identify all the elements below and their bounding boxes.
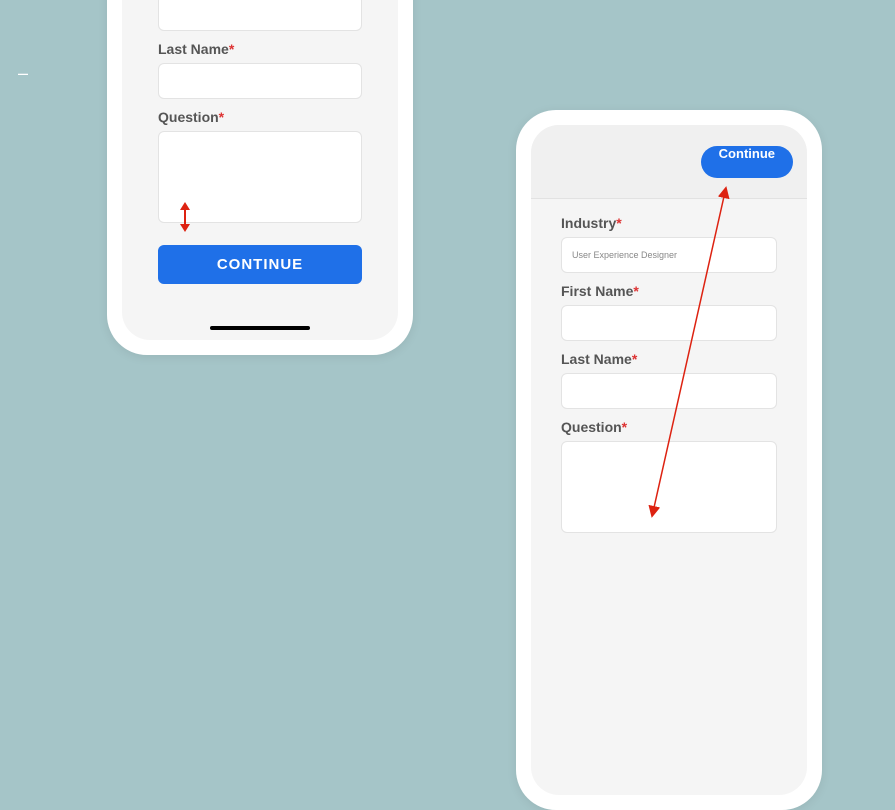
- question-textarea[interactable]: [158, 131, 362, 223]
- last-name-label: Last Name*: [158, 41, 362, 57]
- question-textarea[interactable]: [561, 441, 777, 533]
- last-name-input[interactable]: [158, 63, 362, 99]
- required-asterisk: *: [622, 419, 627, 435]
- last-name-input[interactable]: [561, 373, 777, 409]
- continue-button[interactable]: CONTINUE: [158, 245, 362, 284]
- last-name-label: Last Name*: [561, 351, 777, 367]
- first-name-input[interactable]: [561, 305, 777, 341]
- home-indicator: [210, 326, 310, 330]
- industry-label: Industry*: [561, 215, 777, 231]
- phone-mockup-left: Last Name* Question* CONTINUE: [107, 0, 413, 355]
- first-name-label: First Name*: [561, 283, 777, 299]
- required-asterisk: *: [633, 283, 638, 299]
- required-asterisk: *: [219, 109, 224, 125]
- required-asterisk: *: [616, 215, 621, 231]
- required-asterisk: *: [632, 351, 637, 367]
- continue-pill-button[interactable]: Continue: [701, 146, 793, 178]
- phone1-prev-input[interactable]: [158, 0, 362, 31]
- phone2-header: Continue: [531, 125, 807, 199]
- decorative-dash: –: [18, 64, 28, 82]
- phone-right-screen: Continue Industry* User Experience Desig…: [531, 125, 807, 795]
- question-label: Question*: [158, 109, 362, 125]
- required-asterisk: *: [229, 41, 234, 57]
- phone-left-screen: Last Name* Question* CONTINUE: [122, 0, 398, 340]
- industry-input[interactable]: User Experience Designer: [561, 237, 777, 273]
- phone-mockup-right: Continue Industry* User Experience Desig…: [516, 110, 822, 810]
- question-label: Question*: [561, 419, 777, 435]
